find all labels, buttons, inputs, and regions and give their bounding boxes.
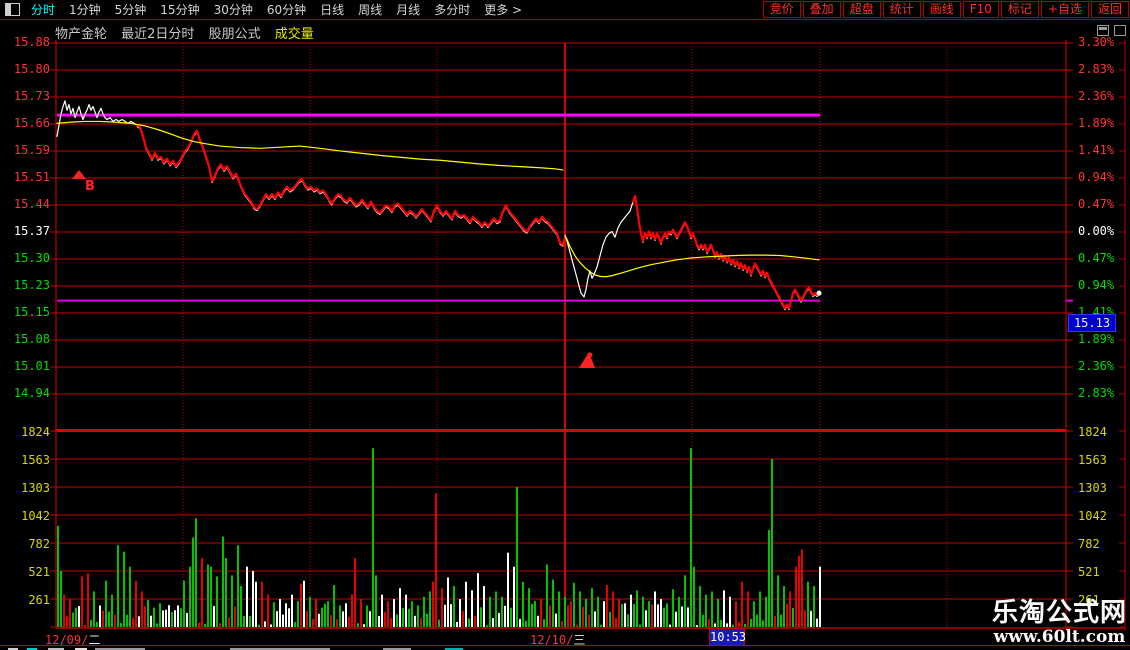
title-window-icons (1092, 25, 1126, 36)
period-label: 最近2日分时 (121, 27, 195, 42)
svg-text:B: B (85, 179, 95, 194)
volume-axis-label-right: 1303 (1078, 481, 1107, 495)
watermark-site-name: 乐淘公式网 (991, 598, 1127, 628)
price-axis-label: 15.30 (13, 251, 50, 265)
menu-item-7[interactable]: 周线 (358, 1, 382, 18)
percent-axis-label: 2.36% (1078, 359, 1115, 373)
percent-axis-label: 1.41% (1078, 143, 1115, 157)
watermark: 乐淘公式网 www.60lt.com (992, 592, 1127, 647)
volume-axis-label-left: 782 (28, 537, 50, 551)
percent-axis-label: 2.36% (1078, 89, 1115, 103)
percent-axis-label: 1.89% (1078, 116, 1115, 130)
price-axis-label: 14.94 (13, 386, 50, 400)
indicator-label[interactable]: 成交量 (275, 27, 314, 42)
price-axis-label: 15.66 (13, 116, 50, 130)
volume-axis-label-left: 521 (28, 565, 50, 579)
current-time-badge: 10:53 (709, 628, 747, 646)
menu-item-1[interactable]: 1分钟 (69, 1, 101, 18)
percent-axis-label: 2.83% (1078, 62, 1115, 76)
price-axis-label: 15.23 (13, 278, 50, 292)
chart-canvas[interactable]: B (0, 0, 1130, 650)
percent-axis-label: 0.47% (1078, 197, 1115, 211)
price-axis-label: 15.73 (13, 89, 50, 103)
time-axis: 12/09/二 12/10/三 10:53 (0, 628, 1130, 647)
top-button-6[interactable]: 标记 (1000, 1, 1039, 18)
percent-axis-label: 0.00% (1078, 224, 1115, 238)
watermark-site-url: www.60lt.com (993, 627, 1126, 647)
price-axis-label: 15.37 (13, 224, 50, 238)
chart-title-row: 物产金轮 最近2日分时 股朋公式 成交量 (55, 23, 324, 42)
menu-item-2[interactable]: 5分钟 (115, 1, 147, 18)
trading-app-window: 分时 1分钟 5分钟 15分钟 30分钟 60分钟 日线 周线 月线 多分时 更多 > 竞价 叠加 超盘… (0, 0, 1130, 650)
top-button-5[interactable]: F10 (962, 1, 999, 18)
panel-icon[interactable] (1097, 25, 1109, 36)
volume-axis-label-right: 782 (1078, 537, 1100, 551)
top-button-0[interactable]: 竞价 (762, 1, 801, 18)
percent-axis-label: 1.89% (1078, 332, 1115, 346)
menu-item-9[interactable]: 多分时 (434, 1, 470, 18)
menu-item-0[interactable]: 分时 (31, 1, 55, 18)
top-button-8[interactable]: 返回 (1090, 1, 1129, 18)
percent-axis-label: 0.47% (1078, 251, 1115, 265)
top-button-1[interactable]: 叠加 (802, 1, 841, 18)
period-menu: 分时 1分钟 5分钟 15分钟 30分钟 60分钟 日线 周线 月线 多分时 更多 > (24, 1, 529, 18)
price-axis-label: 15.51 (13, 170, 50, 184)
volume-axis-label-left: 1303 (21, 481, 50, 495)
top-button-7[interactable]: +自选 (1040, 1, 1089, 18)
menu-item-4[interactable]: 30分钟 (214, 1, 253, 18)
percent-axis-label: 2.83% (1078, 386, 1115, 400)
price-axis-label: 15.15 (13, 305, 50, 319)
menu-item-5[interactable]: 60分钟 (267, 1, 306, 18)
action-menu: 竞价 叠加 超盘 统计 画线 F10 标记 +自选 返回 (761, 1, 1129, 18)
volume-axis-label-left: 1563 (21, 453, 50, 467)
volume-axis-label-left: 1042 (21, 509, 50, 523)
layout-icon[interactable] (5, 3, 20, 16)
statusbar-cutoff (0, 645, 1130, 650)
volume-axis-label-right: 521 (1078, 565, 1100, 579)
top-button-4[interactable]: 画线 (922, 1, 961, 18)
top-button-2[interactable]: 超盘 (842, 1, 881, 18)
menu-item-3[interactable]: 15分钟 (160, 1, 199, 18)
volume-axis-label-right: 1042 (1078, 509, 1107, 523)
percent-axis-label: 0.94% (1078, 170, 1115, 184)
volume-axis-label-left: 1824 (21, 425, 50, 439)
percent-axis-label: 0.94% (1078, 278, 1115, 292)
top-menubar: 分时 1分钟 5分钟 15分钟 30分钟 60分钟 日线 周线 月线 多分时 更多 > 竞价 叠加 超盘… (0, 0, 1130, 20)
price-axis-label: 15.59 (13, 143, 50, 157)
percent-axis-label: 3.30% (1078, 35, 1115, 49)
stock-name: 物产金轮 (55, 27, 108, 42)
price-axis-label: 15.80 (13, 62, 50, 76)
menu-item-6[interactable]: 日线 (320, 1, 344, 18)
menu-item-10[interactable]: 更多 > (484, 1, 522, 18)
current-price-badge: 15.13 (1068, 314, 1116, 332)
volume-axis-label-right: 1824 (1078, 425, 1107, 439)
top-button-3[interactable]: 统计 (882, 1, 921, 18)
price-axis-label: 15.44 (13, 197, 50, 211)
menu-item-8[interactable]: 月线 (396, 1, 420, 18)
volume-axis-label-left: 261 (28, 593, 50, 607)
price-axis-label: 15.01 (13, 359, 50, 373)
formula-label: 股朋公式 (208, 27, 261, 42)
price-axis-label: 15.88 (13, 35, 50, 49)
volume-axis-label-right: 1563 (1078, 453, 1107, 467)
price-axis-label: 15.08 (13, 332, 50, 346)
maximize-icon[interactable] (1114, 25, 1126, 36)
